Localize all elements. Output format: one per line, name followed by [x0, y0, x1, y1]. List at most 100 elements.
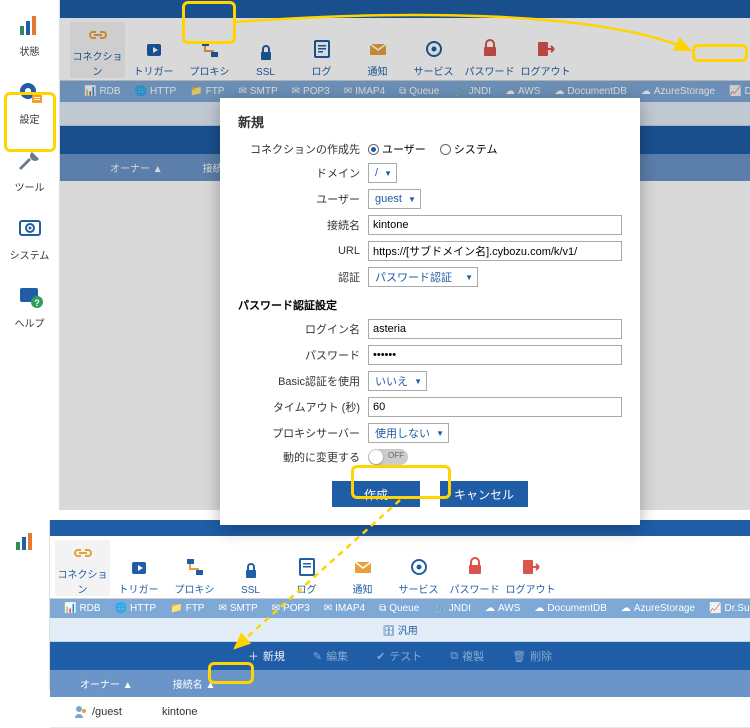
- siderail-label: 状態: [20, 47, 40, 58]
- ribbon-tab-service[interactable]: サービス: [391, 555, 446, 596]
- subtab-imap4[interactable]: ✉ IMAP4: [320, 602, 369, 615]
- subtab-documentdb[interactable]: ☁ DocumentDB: [550, 85, 630, 98]
- subtab-imap4[interactable]: ✉ IMAP4: [340, 85, 389, 98]
- action-edit[interactable]: ✎ 編集: [313, 648, 348, 664]
- subtab-http[interactable]: 🌐 HTTP: [131, 85, 181, 98]
- input-timeout[interactable]: [368, 397, 622, 417]
- action-dup[interactable]: ⧉ 複製: [450, 648, 484, 664]
- subtab-http[interactable]: 🌐 HTTP: [111, 602, 161, 615]
- create-button[interactable]: 作成: [332, 481, 420, 507]
- col-name[interactable]: 接続名 ▲: [173, 676, 216, 691]
- proxy-icon: [198, 37, 222, 61]
- ribbon-tab-trigger[interactable]: トリガー: [126, 37, 181, 78]
- col-owner[interactable]: オーナー ▲: [80, 676, 133, 691]
- subtab-queue[interactable]: ⧉ Queue: [375, 602, 423, 615]
- service-icon: [422, 37, 446, 61]
- ribbon-tab-trigger[interactable]: トリガー: [111, 555, 166, 596]
- cancel-button[interactable]: キャンセル: [440, 481, 528, 507]
- subtab-azurestorage[interactable]: ☁ AzureStorage: [617, 602, 699, 615]
- subtab-pop3[interactable]: ✉ POP3: [268, 602, 314, 615]
- subtab-azurestorage[interactable]: ☁ AzureStorage: [637, 85, 719, 98]
- siderail-status[interactable]: [0, 520, 49, 565]
- section-pwauth: パスワード認証設定: [238, 297, 622, 313]
- subtab-rdb[interactable]: 📊 RDB: [80, 85, 125, 98]
- siderail-tools[interactable]: ツール: [0, 136, 59, 204]
- ribbon-tab-connection[interactable]: コネクション: [70, 22, 125, 78]
- ribbon-tab-notify[interactable]: 通知: [350, 37, 405, 78]
- siderail-settings[interactable]: 設定: [0, 68, 59, 136]
- input-name[interactable]: [368, 215, 622, 235]
- subtab-drsum[interactable]: 📈 Dr.Sum: [705, 602, 750, 615]
- subtab-ftp[interactable]: 📁 FTP: [166, 602, 208, 615]
- gear-icon: [15, 78, 45, 108]
- password-icon: [478, 37, 502, 61]
- subtab-jndi[interactable]: 🔗 JNDI: [429, 602, 475, 615]
- select-auth[interactable]: パスワード認証: [368, 267, 478, 287]
- siderail-system[interactable]: システム: [0, 204, 59, 272]
- ribbon: コネクション トリガー プロキシ SSL ログ 通知 サービス パスワード: [0, 18, 750, 81]
- input-url[interactable]: [368, 241, 622, 261]
- ribbon-tab-password[interactable]: パスワード: [447, 555, 502, 596]
- trigger-icon: [127, 555, 151, 579]
- ribbon-label: SSL: [256, 67, 275, 78]
- siderail-help[interactable]: ? ヘルプ: [0, 272, 59, 340]
- help-icon: ?: [15, 282, 45, 312]
- lbl-target: コネクションの作成先: [238, 141, 368, 157]
- subtab-drsum[interactable]: 📈 Dr.Sum: [725, 85, 750, 98]
- bars-icon: [10, 526, 40, 556]
- subtab-jndi[interactable]: 🔗 JNDI: [449, 85, 495, 98]
- lbl-name: 接続名: [238, 217, 368, 233]
- subtab-queue[interactable]: ⧉ Queue: [395, 85, 443, 98]
- ribbon-tab-ssl[interactable]: SSL: [223, 559, 278, 596]
- radio-user[interactable]: ユーザー: [368, 141, 426, 157]
- subtab-smtp[interactable]: ✉ SMTP: [214, 602, 261, 615]
- ribbon-tab-proxy[interactable]: プロキシ: [167, 555, 222, 596]
- subtab-ftp[interactable]: 📁 FTP: [186, 85, 228, 98]
- ribbon-tab-notify[interactable]: 通知: [335, 555, 390, 596]
- action-del[interactable]: 🗑 削除: [512, 648, 552, 664]
- siderail-label: ツール: [15, 183, 45, 194]
- subtab-aws[interactable]: ☁ AWS: [501, 85, 544, 98]
- ribbon-tab-logout[interactable]: ログアウト: [518, 37, 573, 78]
- siderail-status[interactable]: 状態: [0, 0, 59, 68]
- lbl-proxy: プロキシサーバー: [238, 425, 368, 441]
- select-user[interactable]: guest: [368, 189, 421, 209]
- col-owner[interactable]: オーナー ▲: [110, 160, 163, 175]
- trigger-icon: [142, 37, 166, 61]
- ribbon-tab-ssl[interactable]: SSL: [238, 41, 293, 78]
- system-icon: [15, 214, 45, 244]
- siderail-label: ヘルプ: [15, 319, 45, 330]
- subtab-rdb[interactable]: 📊 RDB: [60, 602, 105, 615]
- lbl-user: ユーザー: [238, 191, 368, 207]
- ribbon-label: コネクション: [58, 570, 108, 596]
- radio-system[interactable]: システム: [440, 141, 498, 157]
- subtab-pop3[interactable]: ✉ POP3: [288, 85, 334, 98]
- log-icon: [295, 555, 319, 579]
- service-icon: [407, 555, 431, 579]
- ribbon-tab-proxy[interactable]: プロキシ: [182, 37, 237, 78]
- select-domain[interactable]: /: [368, 163, 397, 183]
- proxy-icon: [183, 555, 207, 579]
- subtab-aws[interactable]: ☁ AWS: [481, 602, 524, 615]
- subtab-documentdb[interactable]: ☁ DocumentDB: [530, 602, 610, 615]
- ribbon-label: ログ: [312, 67, 332, 78]
- ribbon-label: プロキシ: [190, 67, 230, 78]
- link-icon: [86, 22, 110, 46]
- ribbon-tab-password[interactable]: パスワード: [462, 37, 517, 78]
- lbl-basic: Basic認証を使用: [238, 373, 368, 389]
- select-proxy[interactable]: 使用しない: [368, 423, 449, 443]
- action-test[interactable]: ✔ テスト: [376, 648, 422, 664]
- select-basic[interactable]: いいえ: [368, 371, 427, 391]
- ribbon-tab-logout[interactable]: ログアウト: [503, 555, 558, 596]
- ribbon-tab-log[interactable]: ログ: [294, 37, 349, 78]
- subtab-smtp[interactable]: ✉ SMTP: [234, 85, 281, 98]
- ribbon-tab-service[interactable]: サービス: [406, 37, 461, 78]
- ribbon-tab-log[interactable]: ログ: [279, 555, 334, 596]
- action-new[interactable]: ＋ 新規: [248, 648, 285, 664]
- ribbon-tab-connection[interactable]: コネクション: [55, 540, 110, 596]
- input-login[interactable]: [368, 319, 622, 339]
- lbl-domain: ドメイン: [238, 165, 368, 181]
- list-row[interactable]: /guest kintone: [50, 697, 750, 728]
- input-password[interactable]: [368, 345, 622, 365]
- toggle-dynamic[interactable]: [368, 449, 408, 465]
